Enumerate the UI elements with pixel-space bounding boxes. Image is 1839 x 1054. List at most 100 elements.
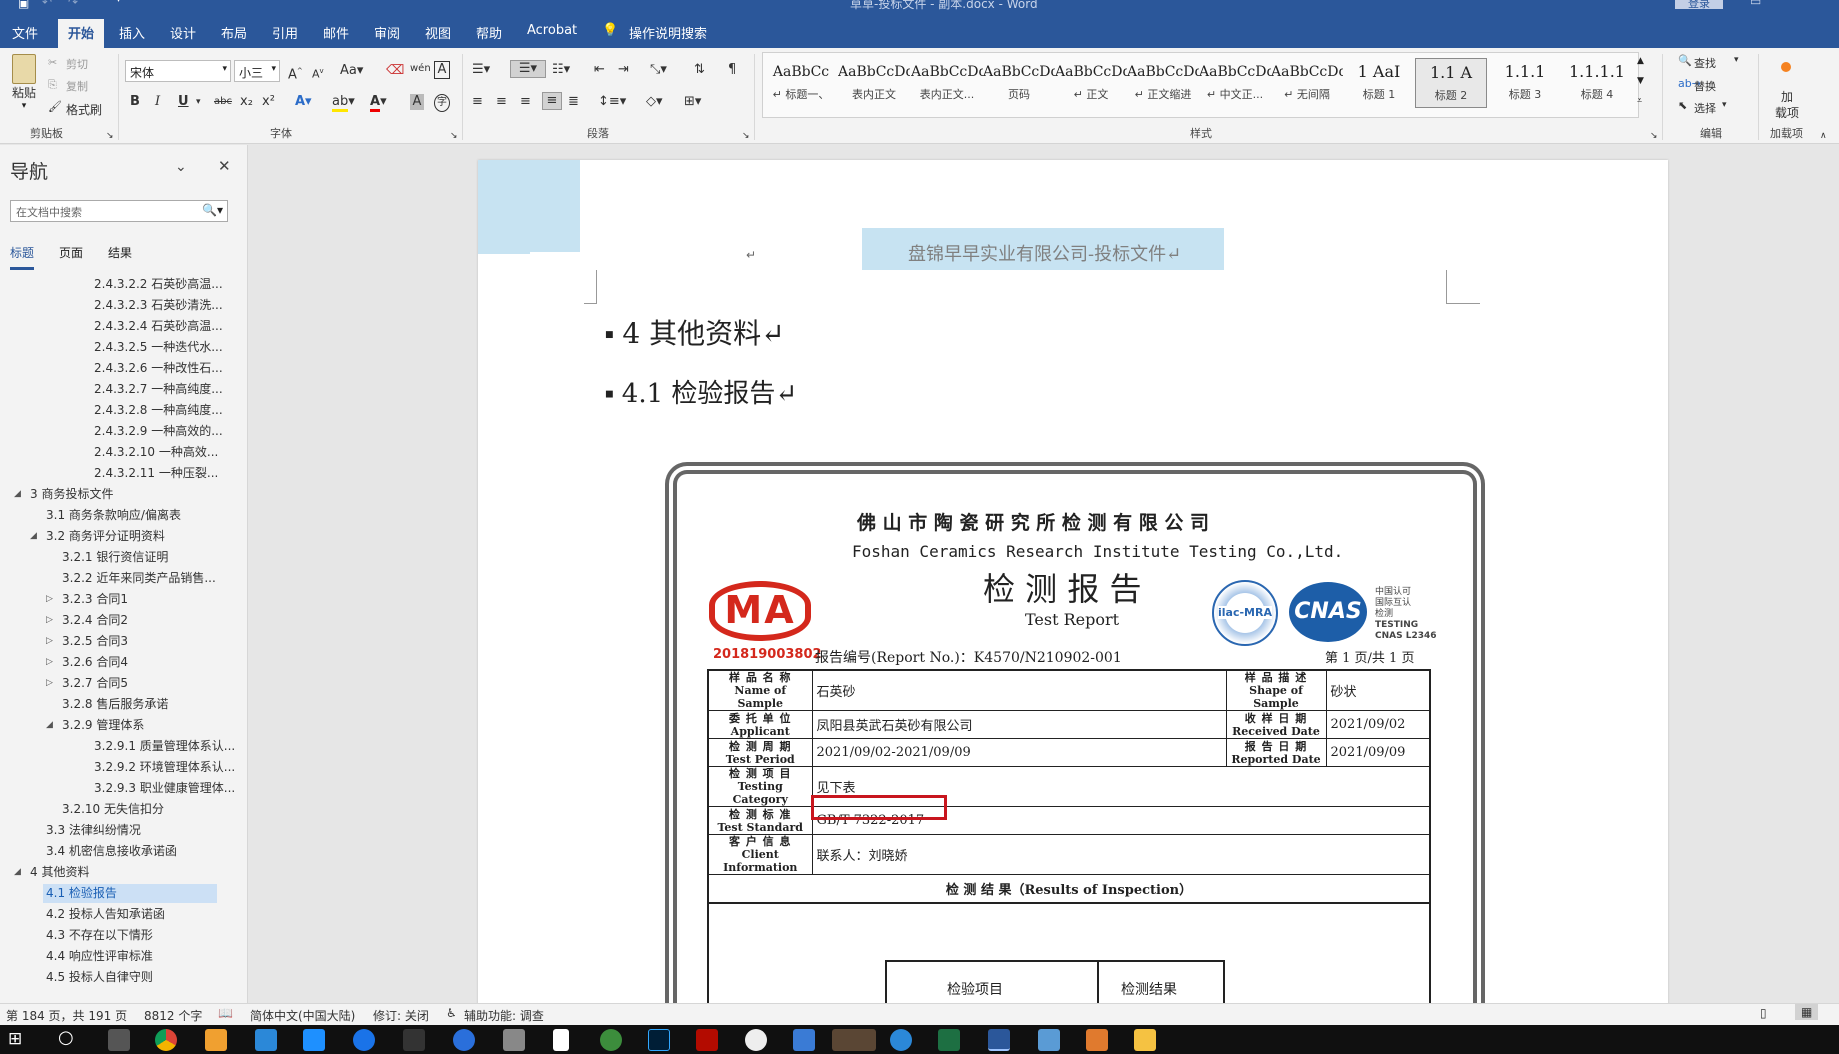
- tab-help[interactable]: 帮助: [476, 23, 502, 42]
- nav-heading-item[interactable]: 3.2.8 售后服务承诺: [59, 695, 171, 714]
- nav-heading-item[interactable]: 3.2.5 合同3: [59, 632, 131, 651]
- heading-2[interactable]: ■ 4.1 检验报告↵: [605, 373, 797, 410]
- multilevel-list-icon[interactable]: ☷▾: [552, 62, 570, 78]
- highlight-icon[interactable]: ab▾: [332, 94, 355, 112]
- underline-button[interactable]: U: [178, 94, 189, 110]
- nav-heading-item[interactable]: 2.4.3.2.9 一种高效的...: [91, 422, 226, 441]
- ribbon-display-icon[interactable]: ▭: [1750, 0, 1761, 8]
- collapse-triangle-icon[interactable]: ◢: [46, 720, 53, 730]
- heading-1[interactable]: ■ 4 其他资料↵: [605, 312, 785, 352]
- collapse-ribbon-icon[interactable]: ∧: [1820, 131, 1827, 141]
- gallery-more-icon[interactable]: ⩡: [1637, 96, 1642, 106]
- enclose-char-icon[interactable]: 字: [434, 94, 450, 112]
- undo-icon[interactable]: ↶: [42, 0, 52, 9]
- subscript-button[interactable]: x₂: [240, 94, 253, 110]
- app-icon[interactable]: [1086, 1029, 1108, 1051]
- align-right-icon[interactable]: ≡: [520, 94, 531, 110]
- nav-heading-item[interactable]: 2.4.3.2.4 石英砂高温...: [91, 317, 226, 336]
- file-explorer-icon[interactable]: [1134, 1029, 1156, 1051]
- nav-heading-item[interactable]: 2.4.3.2.10 一种高效...: [91, 443, 221, 462]
- search-icon[interactable]: ○: [58, 1027, 74, 1048]
- collapse-triangle-icon[interactable]: ◢: [14, 489, 21, 499]
- clipboard-launcher-icon[interactable]: ↘: [106, 131, 114, 141]
- bullets-icon[interactable]: ☰▾: [472, 62, 490, 78]
- chrome-icon[interactable]: [155, 1029, 177, 1051]
- style-item[interactable]: AaBbCcDd 页码: [983, 58, 1055, 108]
- nav-heading-item[interactable]: 3.2.3 合同1: [59, 590, 131, 609]
- select-button[interactable]: 选择: [1694, 100, 1716, 116]
- tab-view[interactable]: 视图: [425, 23, 451, 42]
- tab-mailings[interactable]: 邮件: [323, 23, 349, 42]
- test-report-image[interactable]: 佛 山 市 陶 瓷 研 究 所 检 测 有 限 公 司 Foshan Ceram…: [657, 450, 1491, 1003]
- find-button[interactable]: 查找: [1694, 55, 1716, 71]
- nav-options-icon[interactable]: ⌄: [175, 159, 187, 175]
- nav-heading-item[interactable]: 4.3 不存在以下情形: [43, 926, 156, 945]
- gallery-down-icon[interactable]: ▼: [1637, 76, 1644, 86]
- nav-heading-item[interactable]: 4 其他资料: [27, 863, 92, 882]
- word-count[interactable]: 8812 个字: [144, 1007, 202, 1024]
- addins-label-2[interactable]: 载项: [1775, 104, 1799, 121]
- app-icon[interactable]: [403, 1029, 425, 1051]
- photoshop-icon[interactable]: [648, 1029, 670, 1051]
- app-icon[interactable]: [1038, 1029, 1060, 1051]
- nav-heading-item[interactable]: 2.4.3.2.7 一种高纯度...: [91, 380, 226, 399]
- show-marks-icon[interactable]: ¶: [728, 62, 736, 78]
- find-dropdown-icon[interactable]: ▾: [1734, 55, 1739, 65]
- nav-heading-item[interactable]: 3.2.7 合同5: [59, 674, 131, 693]
- char-shading-icon[interactable]: A: [410, 94, 424, 110]
- style-item[interactable]: AaBbCc ↵ 标题一、: [765, 58, 837, 108]
- file-icon[interactable]: [553, 1029, 569, 1051]
- cut-icon[interactable]: ✂: [48, 56, 57, 69]
- expand-triangle-icon[interactable]: ▷: [46, 657, 53, 667]
- app-icon[interactable]: [793, 1029, 815, 1051]
- copy-icon[interactable]: ⎘: [48, 78, 57, 92]
- underline-dropdown-icon[interactable]: ▾: [196, 94, 201, 110]
- superscript-button[interactable]: x²: [262, 94, 275, 110]
- redo-icon[interactable]: ↷: [68, 0, 78, 9]
- expand-triangle-icon[interactable]: ▷: [46, 594, 53, 604]
- char-border-icon[interactable]: A: [434, 61, 450, 79]
- nav-heading-item[interactable]: 4.5 投标人自律守则: [43, 968, 156, 987]
- tab-review[interactable]: 审阅: [374, 23, 400, 42]
- increase-indent-icon[interactable]: ⇥: [618, 62, 629, 78]
- close-icon[interactable]: ✕: [218, 157, 231, 175]
- language-status[interactable]: 简体中文(中国大陆): [250, 1007, 355, 1024]
- italic-button[interactable]: I: [155, 94, 160, 110]
- collapse-triangle-icon[interactable]: ◢: [14, 867, 21, 877]
- expand-triangle-icon[interactable]: ▷: [46, 615, 53, 625]
- nav-heading-item[interactable]: 4.4 响应性评审标准: [43, 947, 156, 966]
- tab-design[interactable]: 设计: [170, 23, 196, 42]
- select-icon[interactable]: ⬉: [1678, 99, 1687, 112]
- font-name-select[interactable]: 宋体 ▾: [125, 60, 231, 82]
- style-item[interactable]: 1.1.1.1 标题 4: [1561, 58, 1633, 108]
- nav-heading-item[interactable]: 3.2.4 合同2: [59, 611, 131, 630]
- style-item[interactable]: 1 AaI 标题 1: [1343, 58, 1415, 108]
- collapse-triangle-icon[interactable]: ◢: [30, 531, 37, 541]
- nav-heading-item[interactable]: 4.2 投标人告知承诺函: [43, 905, 168, 924]
- style-item[interactable]: AaBbCcDdI 表内正文: [838, 58, 910, 108]
- font-color-icon[interactable]: A▾: [370, 94, 387, 112]
- excel-icon[interactable]: [938, 1029, 960, 1051]
- track-changes-status[interactable]: 修订: 关闭: [373, 1007, 429, 1024]
- nav-heading-item[interactable]: 2.4.3.2.11 一种压裂...: [91, 464, 221, 483]
- app-icon[interactable]: [600, 1029, 622, 1051]
- align-left-icon[interactable]: ≡: [472, 94, 483, 110]
- style-item[interactable]: 1.1 A 标题 2: [1415, 58, 1487, 108]
- cut-button[interactable]: 剪切: [66, 56, 88, 72]
- save-icon[interactable]: ▣: [18, 0, 29, 10]
- shading-icon[interactable]: ◇▾: [646, 94, 663, 110]
- calculator-icon[interactable]: [108, 1029, 130, 1051]
- accessibility-status[interactable]: 辅助功能: 调查: [464, 1007, 544, 1024]
- addins-icon[interactable]: [1781, 62, 1791, 72]
- find-icon[interactable]: 🔍: [1678, 54, 1692, 67]
- tab-insert[interactable]: 插入: [119, 23, 145, 42]
- tab-file[interactable]: 文件: [12, 23, 38, 42]
- app-icon[interactable]: [453, 1029, 475, 1051]
- app-icon[interactable]: [303, 1029, 325, 1051]
- styles-launcher-icon[interactable]: ↘: [1650, 131, 1658, 141]
- borders-icon[interactable]: ⊞▾: [684, 94, 701, 110]
- tab-acrobat[interactable]: Acrobat: [527, 23, 577, 38]
- line-spacing-icon[interactable]: ↕≡▾: [598, 94, 626, 110]
- app-icon[interactable]: [832, 1029, 876, 1051]
- expand-triangle-icon[interactable]: ▷: [46, 678, 53, 688]
